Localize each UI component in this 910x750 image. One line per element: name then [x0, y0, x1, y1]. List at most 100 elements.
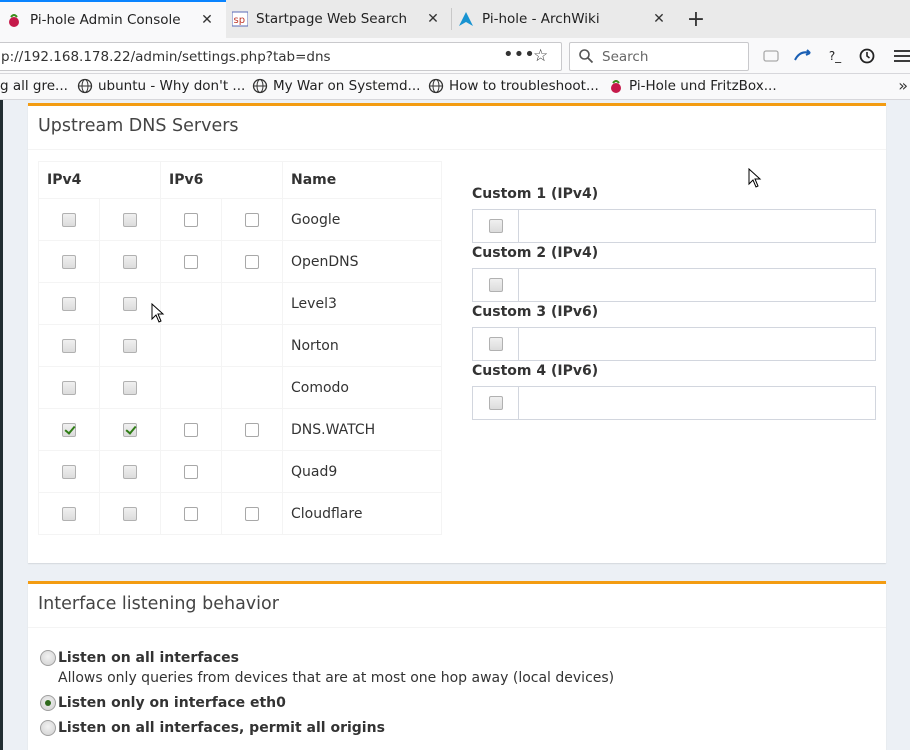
tab-startpage[interactable]: sp Startpage Web Search ✕ [226, 0, 452, 38]
sidebar-edge [0, 100, 3, 750]
ipv4-checkbox[interactable] [123, 254, 137, 269]
ipv6-checkbox[interactable] [184, 422, 198, 437]
ipv4-checkbox[interactable] [123, 212, 137, 227]
mouse-cursor-icon [151, 303, 165, 323]
radio-button[interactable] [40, 650, 56, 666]
checkbox-cell [221, 198, 283, 241]
ipv4-checkbox[interactable] [62, 380, 76, 395]
ipv4-checkbox[interactable] [62, 464, 76, 479]
interface-option[interactable]: Listen on all interfaces [40, 650, 239, 666]
checkbox-cell [160, 450, 222, 493]
radio-button[interactable] [40, 695, 56, 711]
checkbox-cell [99, 492, 161, 535]
custom-dns-row [472, 268, 876, 302]
bookmark-item[interactable]: Pi-Hole und FritzBox... [608, 78, 777, 94]
custom-dns-checkbox[interactable] [488, 219, 503, 233]
checkbox-cell [160, 198, 222, 241]
search-input[interactable]: Search [569, 42, 749, 71]
ipv4-checkbox[interactable] [123, 464, 137, 479]
custom-dns-input[interactable] [519, 268, 876, 302]
checkbox-cell [221, 366, 283, 409]
ipv4-checkbox[interactable] [123, 506, 137, 521]
menu-icon[interactable] [893, 47, 910, 65]
page-actions-icon[interactable]: ••• [503, 44, 535, 65]
ipv4-checkbox[interactable] [62, 338, 76, 353]
close-tab-icon[interactable]: ✕ [420, 6, 446, 32]
table-header-row: IPv4 IPv6 Name [38, 161, 442, 199]
table-row: OpenDNS [38, 240, 442, 283]
ipv4-checkbox[interactable] [62, 212, 76, 227]
bookmark-item[interactable]: My War on Systemd... [252, 78, 420, 94]
server-name: DNS.WATCH [282, 408, 442, 451]
radio-label: Listen on all interfaces [58, 650, 239, 666]
dns-server-table: IPv4 IPv6 Name Google OpenDNS Level3 Norton… [38, 161, 442, 535]
checkbox-cell [38, 408, 100, 451]
bookmark-item[interactable]: ubuntu - Why don't ... [77, 78, 245, 94]
custom-dns-checkbox[interactable] [488, 396, 503, 410]
ipv4-checkbox[interactable] [123, 422, 137, 437]
server-name: Comodo [282, 366, 442, 409]
server-name: Level3 [282, 282, 442, 325]
tab-pihole-admin[interactable]: Pi-hole Admin Console ✕ [0, 0, 226, 38]
custom-dns-input[interactable] [519, 386, 876, 420]
bookmarks-bar: g all gre... ubuntu - Why don't ... My W… [0, 74, 910, 100]
bookmarks-overflow-icon[interactable]: » [898, 76, 908, 95]
ipv4-checkbox[interactable] [62, 254, 76, 269]
custom-dns-checkbox[interactable] [488, 278, 503, 292]
ipv4-checkbox[interactable] [123, 338, 137, 353]
interface-option[interactable]: Listen on all interfaces, permit all ori… [40, 720, 385, 736]
globe-icon [77, 78, 93, 94]
custom-dns-addon [472, 327, 519, 361]
checkbox-cell [221, 492, 283, 535]
ipv6-checkbox[interactable] [245, 254, 259, 269]
checkbox-cell [99, 198, 161, 241]
checkbox-cell [221, 408, 283, 451]
bookmark-item[interactable]: How to troubleshoot... [428, 78, 599, 94]
ipv4-checkbox[interactable] [123, 380, 137, 395]
help-icon[interactable]: ?_ [825, 47, 845, 65]
custom-dns-label: Custom 3 (IPv6) [472, 304, 599, 320]
bookmark-star-icon[interactable]: ☆ [533, 46, 548, 66]
ipv4-checkbox[interactable] [62, 422, 76, 437]
custom-dns-checkbox[interactable] [488, 337, 503, 351]
server-name: OpenDNS [282, 240, 442, 283]
radio-button[interactable] [40, 720, 56, 736]
panel-title: Interface listening behavior [28, 584, 886, 628]
ipv6-checkbox[interactable] [245, 422, 259, 437]
tab-archwiki[interactable]: Pi-hole - ArchWiki ✕ [452, 0, 678, 38]
checkbox-cell [38, 492, 100, 535]
bookmark-item[interactable]: g all gre... [0, 78, 68, 94]
custom-dns-input[interactable] [519, 327, 876, 361]
interface-option[interactable]: Listen only on interface eth0 [40, 695, 286, 711]
checkbox-cell [160, 240, 222, 283]
close-tab-icon[interactable]: ✕ [646, 6, 672, 32]
ipv4-checkbox[interactable] [123, 296, 137, 311]
sync-icon[interactable] [793, 47, 813, 65]
table-row: Cloudflare [38, 492, 442, 535]
clock-icon[interactable] [857, 47, 877, 65]
radio-label: Listen on all interfaces, permit all ori… [58, 720, 385, 736]
checkbox-cell [99, 366, 161, 409]
close-tab-icon[interactable]: ✕ [194, 7, 220, 33]
checkbox-cell [160, 324, 222, 367]
extension-icon[interactable] [761, 47, 781, 65]
custom-dns-input[interactable] [519, 209, 876, 243]
new-tab-button[interactable]: + [678, 0, 714, 38]
bookmark-label: My War on Systemd... [273, 78, 421, 94]
ipv6-checkbox[interactable] [184, 506, 198, 521]
bookmark-label: How to troubleshoot... [449, 78, 599, 94]
ipv6-checkbox[interactable] [184, 254, 198, 269]
ipv6-checkbox[interactable] [184, 212, 198, 227]
ipv6-checkbox[interactable] [245, 506, 259, 521]
checkbox-cell [38, 450, 100, 493]
checkbox-cell [160, 408, 222, 451]
checkbox-cell [221, 240, 283, 283]
checkbox-cell [221, 450, 283, 493]
ipv4-checkbox[interactable] [62, 506, 76, 521]
url-bar[interactable]: p://192.168.178.22/admin/settings.php?ta… [0, 42, 562, 71]
ipv4-checkbox[interactable] [62, 296, 76, 311]
ipv6-checkbox[interactable] [184, 464, 198, 479]
ipv6-checkbox[interactable] [245, 212, 259, 227]
server-name: Norton [282, 324, 442, 367]
ipv6-header: IPv6 [160, 161, 283, 199]
